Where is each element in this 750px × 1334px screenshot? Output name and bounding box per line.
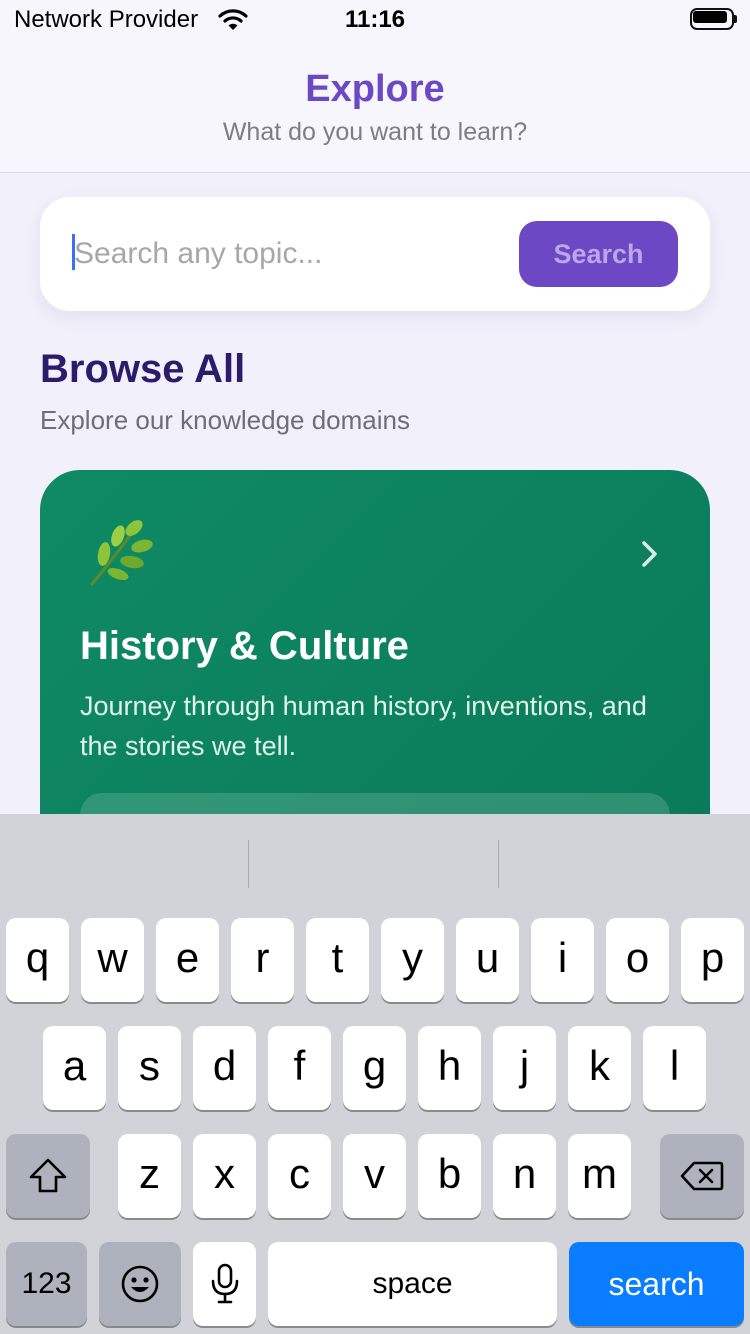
key-l[interactable]: l	[643, 1026, 706, 1110]
shift-key[interactable]	[6, 1134, 90, 1218]
key-k[interactable]: k	[568, 1026, 631, 1110]
domain-card-title: History & Culture	[80, 624, 409, 668]
keyboard-search-key[interactable]: search	[569, 1242, 744, 1326]
space-key[interactable]: space	[268, 1242, 557, 1326]
key-g[interactable]: g	[343, 1026, 406, 1110]
numbers-key[interactable]: 123	[6, 1242, 87, 1326]
domain-card-description: Journey through human history, invention…	[80, 691, 647, 761]
key-a[interactable]: a	[43, 1026, 106, 1110]
search-card: Search	[40, 197, 710, 311]
prediction-divider	[498, 840, 499, 888]
key-j[interactable]: j	[493, 1026, 556, 1110]
backspace-icon	[680, 1161, 724, 1191]
key-s[interactable]: s	[118, 1026, 181, 1110]
key-u[interactable]: u	[456, 918, 519, 1002]
page-header: Explore What do you want to learn?	[0, 40, 750, 173]
key-v[interactable]: v	[343, 1134, 406, 1218]
emoji-key[interactable]	[99, 1242, 181, 1326]
section-title: Browse All	[40, 347, 246, 391]
microphone-icon	[211, 1263, 238, 1304]
shift-arrow-icon	[29, 1158, 67, 1193]
herb-leaf-icon	[90, 520, 153, 586]
page-subtitle: What do you want to learn?	[222, 118, 528, 146]
search-button[interactable]: Search	[519, 221, 678, 287]
key-c[interactable]: c	[268, 1134, 331, 1218]
key-h[interactable]: h	[418, 1026, 481, 1110]
key-i[interactable]: i	[531, 918, 594, 1002]
key-b[interactable]: b	[418, 1134, 481, 1218]
on-screen-keyboard: q w e r t y u i o p a s d f g h j k l z …	[0, 814, 750, 1334]
chevron-right-icon	[642, 541, 657, 567]
key-f[interactable]: f	[268, 1026, 331, 1110]
key-r[interactable]: r	[231, 918, 294, 1002]
dictation-key[interactable]	[193, 1242, 256, 1326]
search-input[interactable]	[74, 227, 514, 281]
key-w[interactable]: w	[81, 918, 144, 1002]
key-d[interactable]: d	[193, 1026, 256, 1110]
section-subtitle: Explore our knowledge domains	[40, 405, 410, 435]
emoji-face-icon	[121, 1265, 159, 1303]
key-p[interactable]: p	[681, 918, 744, 1002]
status-bar: Network Provider 11:16	[0, 0, 750, 40]
delete-key[interactable]	[660, 1134, 744, 1218]
key-y[interactable]: y	[381, 918, 444, 1002]
prediction-divider	[248, 840, 249, 888]
key-o[interactable]: o	[606, 918, 669, 1002]
key-n[interactable]: n	[493, 1134, 556, 1218]
page-title: Explore	[305, 68, 445, 110]
clock: 11:16	[344, 6, 406, 33]
key-e[interactable]: e	[156, 918, 219, 1002]
key-q[interactable]: q	[6, 918, 69, 1002]
explore-screen: Network Provider 11:16 Explore What do y…	[0, 0, 750, 1334]
key-t[interactable]: t	[306, 918, 369, 1002]
battery-icon	[690, 8, 738, 32]
key-z[interactable]: z	[118, 1134, 181, 1218]
key-x[interactable]: x	[193, 1134, 256, 1218]
key-m[interactable]: m	[568, 1134, 631, 1218]
